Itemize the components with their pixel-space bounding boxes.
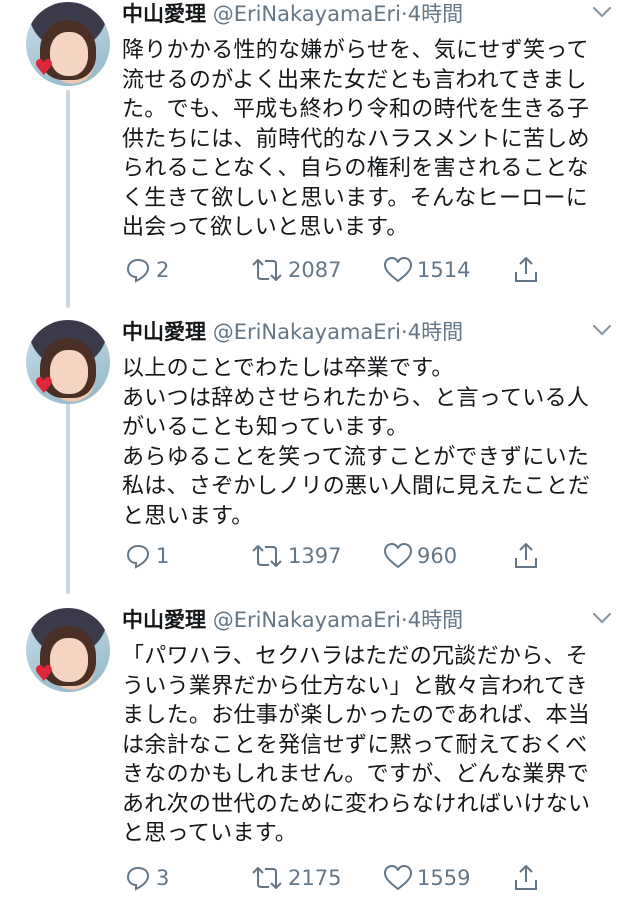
heart-icon [383, 864, 413, 892]
user-handle[interactable]: @EriNakayamaEri [213, 320, 401, 344]
share-icon [512, 256, 540, 284]
reply-count: 2 [156, 258, 170, 282]
display-name[interactable]: 中山愛理 [122, 320, 206, 344]
tweet-text: 以上のことでわたしは卒業です。 あいつは辞めさせられたから、と言っている人 がい… [122, 354, 602, 531]
reply-button[interactable]: 1 [124, 542, 169, 570]
separator: · [401, 608, 408, 632]
tweet-text: 「パワハラ、セクハラはただの冗談だから、そ ういう業界だから仕方ない」と散々言わ… [122, 642, 602, 849]
tweet-text-line: あらゆることを笑って流すことができずにいた [122, 444, 590, 470]
tweet-text-line: 私は、さぞかしノリの悪い人間に見えたことだ [122, 474, 591, 499]
reply-icon [124, 256, 152, 284]
share-icon [512, 864, 540, 892]
retweet-icon [250, 256, 284, 284]
chevron-down-icon[interactable] [592, 610, 612, 631]
avatar[interactable]: ♥ [26, 2, 110, 86]
like-button[interactable]: 1514 [383, 256, 470, 284]
tweet-thread: ♥ 中山愛理 @EriNakayamaEri·4時間 降りかかる性的な嫌がらせを… [0, 0, 640, 915]
tweet[interactable]: ♥ 中山愛理 @EriNakayamaEri·4時間 以上のことでわたしは卒業で… [0, 320, 640, 600]
tweet-text-line: られることなく、自らの権利を害されることな [122, 156, 589, 181]
retweet-icon [250, 542, 284, 570]
tweet-text-line: 「パワハラ、セクハラはただの冗談だから、そ [122, 644, 589, 669]
tweet-text: 降りかかる性的な嫌がらせを、気にせず笑って 流せるのがよく出来た女だとも言われて… [122, 36, 602, 243]
user-handle[interactable]: @EriNakayamaEri [213, 2, 401, 26]
tweet-text-line: 降りかかる性的な嫌がらせを、気にせず笑って [122, 38, 589, 63]
like-count: 1559 [417, 866, 471, 890]
tweet-text-line: と思っています。 [122, 821, 298, 846]
retweet-icon [250, 864, 284, 892]
chevron-down-icon[interactable] [592, 4, 612, 25]
tweet[interactable]: ♥ 中山愛理 @EriNakayamaEri·4時間 「パワハラ、セクハラはただ… [0, 608, 640, 908]
like-button[interactable]: 1559 [383, 864, 470, 892]
reply-count: 3 [156, 866, 170, 890]
tweet-text-line: と思います。 [122, 503, 254, 529]
timestamp[interactable]: 4時間 [408, 608, 463, 632]
tweet-text-line: がいることも知っています。 [122, 415, 409, 440]
chevron-down-icon[interactable] [592, 322, 612, 343]
retweet-count: 2175 [288, 866, 342, 890]
heart-icon [383, 542, 413, 570]
retweet-button[interactable]: 1397 [250, 542, 341, 570]
retweet-button[interactable]: 2087 [250, 256, 341, 284]
retweet-count: 1397 [288, 544, 342, 568]
avatar[interactable]: ♥ [26, 320, 110, 404]
tweet-actions: 2 2087 1514 [0, 256, 640, 286]
tweet-text-line: た。でも、平成も終わり令和の時代を生きる子 [122, 97, 590, 122]
tweet-actions: 3 2175 1559 [0, 864, 640, 894]
timestamp[interactable]: 4時間 [408, 320, 463, 344]
tweet-text-line: 以上のことでわたしは卒業です。 [122, 356, 454, 381]
reply-button[interactable]: 2 [124, 256, 169, 284]
tweet-header: 中山愛理 @EriNakayamaEri·4時間 [122, 320, 463, 344]
separator: · [401, 320, 408, 344]
user-handle[interactable]: @EriNakayamaEri [213, 608, 401, 632]
tweet-text-line: 供たちには、前時代的なハラスメントに苦しめ [122, 126, 590, 152]
retweet-button[interactable]: 2175 [250, 864, 341, 892]
share-button[interactable] [512, 864, 540, 892]
display-name[interactable]: 中山愛理 [122, 608, 206, 632]
tweet[interactable]: ♥ 中山愛理 @EriNakayamaEri·4時間 降りかかる性的な嫌がらせを… [0, 2, 640, 302]
tweet-header: 中山愛理 @EriNakayamaEri·4時間 [122, 2, 463, 26]
reply-count: 1 [156, 544, 170, 568]
retweet-count: 2087 [288, 258, 342, 282]
share-button[interactable] [512, 542, 540, 570]
avatar[interactable]: ♥ [26, 608, 110, 692]
share-icon [512, 542, 540, 570]
tweet-text-line: 出会って欲しいと思います。 [122, 215, 409, 240]
tweet-text-line: 流せるのがよく出来た女だとも言われてきまし [122, 67, 587, 93]
reply-button[interactable]: 3 [124, 864, 169, 892]
tweet-actions: 1 1397 960 [0, 542, 640, 572]
tweet-text-line: く生きて欲しいと思います。そんなヒーローに [122, 185, 589, 211]
tweet-text-line: きなのかもしれません。ですが、どんな業界で [122, 762, 590, 787]
tweet-header: 中山愛理 @EriNakayamaEri·4時間 [122, 608, 463, 632]
share-button[interactable] [512, 256, 540, 284]
heart-icon [383, 256, 413, 284]
like-button[interactable]: 960 [383, 542, 457, 570]
tweet-text-line: は余計なことを発信せずに黙って耐えておくべ [122, 732, 588, 758]
tweet-text-line: ました。お仕事が楽しかったのであれば、本当 [122, 703, 591, 728]
timestamp[interactable]: 4時間 [408, 2, 463, 26]
display-name[interactable]: 中山愛理 [122, 2, 206, 26]
reply-icon [124, 864, 152, 892]
tweet-text-line: あいつは辞めさせられたから、と言っている人 [122, 385, 590, 411]
reply-icon [124, 542, 152, 570]
like-count: 1514 [417, 258, 471, 282]
like-count: 960 [417, 544, 458, 568]
tweet-text-line: ういう業界だから仕方ない」と散々言われてき [122, 673, 588, 699]
tweet-text-line: あれ次の世代のために変わらなければいけない [122, 791, 591, 817]
separator: · [401, 2, 408, 26]
